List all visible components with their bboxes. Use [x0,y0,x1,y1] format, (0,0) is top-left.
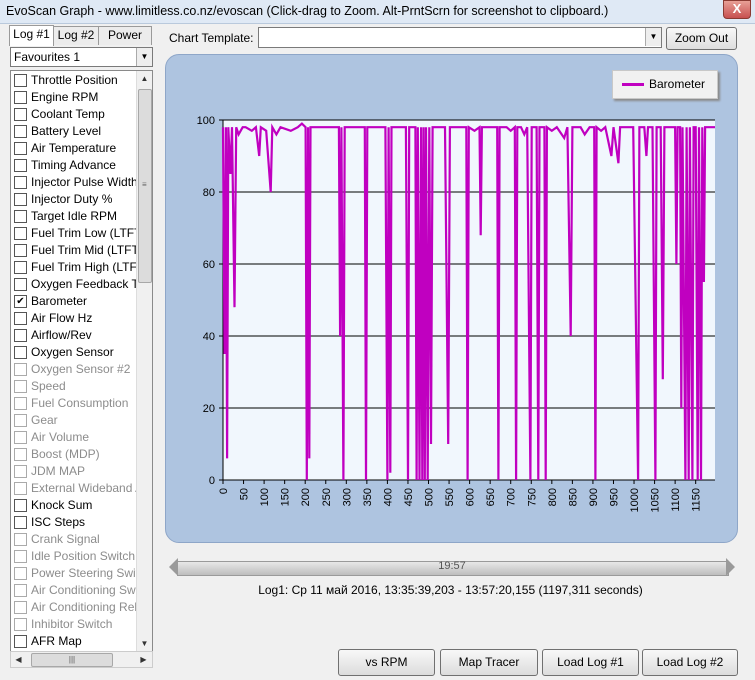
legend-line-barometer [622,83,644,86]
log-info: Log1: Ср 11 май 2016, 13:35:39,203 - 13:… [258,583,643,597]
x-tick-label: 1100 [670,488,682,512]
y-tick-label: 40 [203,331,215,343]
x-tick-label: 100 [259,488,271,506]
x-tick-label: 1000 [629,488,641,512]
x-tick-label: 900 [588,488,600,506]
barometer-chart[interactable]: 0204060801000 50 100 150 200 250 300 350 400 450 5… [0,0,755,680]
map-tracer-button[interactable]: Map Tracer [440,649,538,676]
load-log-1-button[interactable]: Load Log #1 [542,649,639,676]
x-tick-label: 700 [506,488,518,506]
legend-label-barometer: Barometer [649,77,706,91]
x-tick-label: 1150 [691,488,703,512]
chart-legend: Barometer [612,70,718,99]
x-tick-label: 750 [526,488,538,506]
x-tick-label: 450 [403,488,415,506]
x-tick-label: 350 [362,488,374,506]
x-tick-label: 950 [608,488,620,506]
tab-log-1[interactable]: Log #1 [9,25,54,46]
vs-rpm-button[interactable]: vs RPM [338,649,435,676]
x-tick-label: 850 [567,488,579,506]
x-tick-label: 200 [300,488,312,506]
x-tick-label: 250 [321,488,333,506]
x-tick-label: 1050 [650,488,662,512]
x-tick-label: 550 [444,488,456,506]
time-slider-label: 19:57 [438,560,466,572]
x-tick-label: 0 [218,488,230,494]
x-tick-label: 150 [280,488,292,506]
y-tick-label: 100 [197,115,215,127]
x-tick-label: 650 [485,488,497,506]
y-tick-label: 80 [203,187,215,199]
x-tick-label: 800 [547,488,559,506]
x-tick-label: 500 [424,488,436,506]
y-tick-label: 20 [203,403,215,415]
load-log-2-button[interactable]: Load Log #2 [642,649,738,676]
x-tick-label: 600 [465,488,477,506]
y-tick-label: 0 [209,475,215,487]
time-slider[interactable]: 19:57 [169,558,735,577]
x-tick-label: 50 [239,488,251,500]
x-tick-label: 300 [341,488,353,506]
x-tick-label: 400 [382,488,394,506]
slider-right-arrow-icon[interactable] [726,558,735,576]
y-tick-label: 60 [203,259,215,271]
